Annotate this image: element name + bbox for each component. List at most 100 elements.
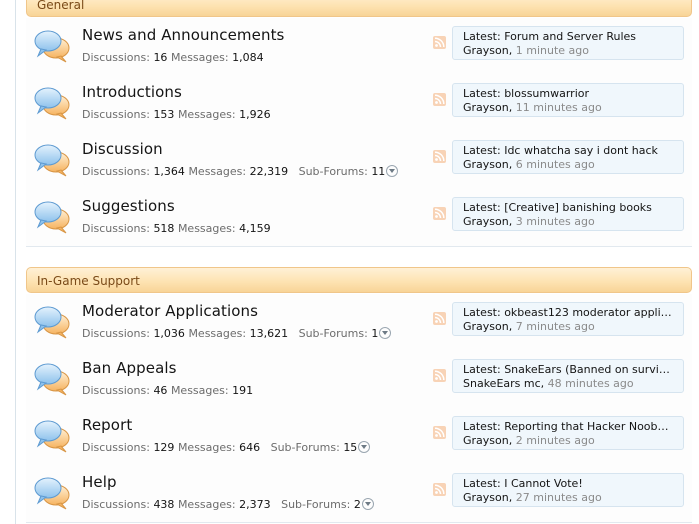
discussions-label: Discussions: [82,51,150,64]
messages-label: Messages: [177,441,236,454]
subforums-count: 2 [353,498,361,511]
forum-title-link[interactable]: News and Announcements [82,26,284,44]
discussions-label: Discussions: [82,327,150,340]
messages-count: 1,926 [239,108,271,121]
last-post-author-link[interactable]: Grayson [463,491,509,504]
discussions-count: 438 [153,498,175,511]
forum-title-link[interactable]: Discussion [82,140,163,158]
last-post-thread-link[interactable]: Forum and Server Rules [504,30,636,43]
forum-node-news-and-announcements: News and Announcements Discussions: 16 M… [26,18,692,76]
category-title[interactable]: General [37,0,84,12]
last-post-thread-link[interactable]: [Creative] banishing books [504,201,652,214]
forum-stats: Discussions: 1,364 Messages: 22,319 Sub-… [82,165,399,178]
forum-stats: Discussions: 438 Messages: 2,373 Sub-For… [82,498,374,511]
last-post-thread-link[interactable]: blossumwarrior [504,87,589,100]
forum-title-link[interactable]: Introductions [82,83,182,101]
subforums-label: Sub-Forums: [270,441,340,454]
latest-label: Latest: [463,363,501,376]
forum-node-suggestions: Suggestions Discussions: 518 Messages: 4… [26,189,692,247]
messages-count: 2,373 [239,498,271,511]
forum-title-link[interactable]: Moderator Applications [82,302,258,320]
last-post-time: 3 minutes ago [515,215,595,228]
messages-count: 22,319 [249,165,289,178]
last-post-author-link[interactable]: Grayson [463,101,509,114]
forum-title-link[interactable]: Suggestions [82,197,175,215]
last-post-thread-link[interactable]: SnakeEars (Banned on survival) [504,363,673,376]
forum-title-link[interactable]: Help [82,473,117,491]
last-post-thread-link[interactable]: Reporting that Hacker NoobCrew [504,420,673,433]
subforums-group: Sub-Forums: 15 [264,441,371,454]
last-post-box: Latest: SnakeEars (Banned on survival) S… [452,359,684,393]
discussions-label: Discussions: [82,108,150,121]
chevron-down-icon[interactable] [386,165,399,177]
forum-node-report: Report Discussions: 129 Messages: 646 Su… [26,408,692,466]
last-post-time: 27 minutes ago [515,491,602,504]
forum-title-link[interactable]: Ban Appeals [82,359,177,377]
forum-node-discussion: Discussion Discussions: 1,364 Messages: … [26,132,692,190]
rss-icon[interactable] [433,483,446,496]
latest-label: Latest: [463,30,501,43]
rss-icon[interactable] [433,312,446,325]
rss-icon[interactable] [433,150,446,163]
subforums-count: 15 [343,441,358,454]
rss-icon[interactable] [433,93,446,106]
speech-bubbles-icon [34,30,70,63]
speech-bubbles-icon [34,87,70,120]
messages-count: 4,159 [239,222,271,235]
last-post-time: 48 minutes ago [547,377,634,390]
discussions-label: Discussions: [82,384,150,397]
discussions-count: 46 [153,384,168,397]
subforums-group: Sub-Forums: 2 [274,498,374,511]
rss-icon[interactable] [433,36,446,49]
speech-bubbles-icon [34,306,70,339]
last-post-time: 2 minutes ago [515,434,595,447]
rss-icon[interactable] [433,369,446,382]
last-post-author-link[interactable]: Grayson [463,158,509,171]
forum-node-help: Help Discussions: 438 Messages: 2,373 Su… [26,465,692,523]
discussions-count: 518 [153,222,175,235]
chevron-down-icon[interactable] [358,441,371,453]
forum-node-moderator-applications: Moderator Applications Discussions: 1,03… [26,294,692,352]
last-post-thread-link[interactable]: okbeast123 moderator applicati... [504,306,673,319]
chevron-down-icon[interactable] [361,498,374,510]
last-post-box: Latest: okbeast123 moderator applicati..… [452,302,684,336]
last-post-author-link[interactable]: Grayson [463,44,509,57]
latest-label: Latest: [463,306,501,319]
subforums-label: Sub-Forums: [298,165,368,178]
last-post-thread-link[interactable]: I Cannot Vote! [504,477,583,490]
last-post-author-link[interactable]: Grayson [463,434,509,447]
last-post-author-link[interactable]: Grayson [463,215,509,228]
category-header-general[interactable]: General [26,0,692,17]
discussions-count: 129 [153,441,175,454]
latest-label: Latest: [463,144,501,157]
category-header-in-game-support[interactable]: In-Game Support [26,267,692,293]
discussions-label: Discussions: [82,441,150,454]
last-post-author-link[interactable]: SnakeEars mc [463,377,541,390]
speech-bubbles-icon [34,144,70,177]
messages-count: 1,084 [232,51,264,64]
forum-title-link[interactable]: Report [82,416,132,434]
chevron-down-icon[interactable] [379,327,392,339]
discussions-count: 1,364 [153,165,185,178]
speech-bubbles-icon [34,420,70,453]
messages-count: 646 [239,441,261,454]
rss-icon[interactable] [433,426,446,439]
discussions-label: Discussions: [82,165,150,178]
messages-label: Messages: [170,51,229,64]
forum-node-ban-appeals: Ban Appeals Discussions: 46 Messages: 19… [26,351,692,409]
category-title[interactable]: In-Game Support [37,274,140,288]
subforums-label: Sub-Forums: [298,327,368,340]
rss-icon[interactable] [433,207,446,220]
discussions-label: Discussions: [82,222,150,235]
speech-bubbles-icon [34,201,70,234]
last-post-author-link[interactable]: Grayson [463,320,509,333]
discussions-count: 153 [153,108,175,121]
messages-count: 13,621 [249,327,289,340]
discussions-count: 1,036 [153,327,185,340]
last-post-time: 11 minutes ago [515,101,602,114]
messages-label: Messages: [177,108,236,121]
page-frame-border [15,0,16,524]
last-post-thread-link[interactable]: Idc whatcha say i dont hack [504,144,658,157]
last-post-box: Latest: Reporting that Hacker NoobCrew G… [452,416,684,450]
last-post-time: 1 minute ago [515,44,589,57]
